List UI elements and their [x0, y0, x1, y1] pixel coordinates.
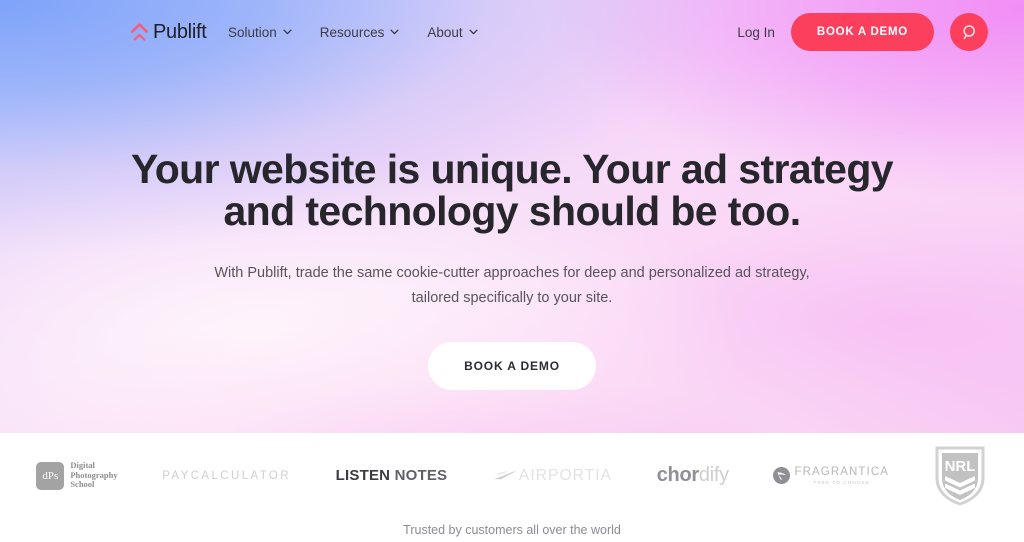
nav-item-about[interactable]: About	[427, 24, 478, 40]
search-icon	[962, 24, 975, 39]
chordify-mid: or	[679, 464, 699, 486]
logo-chordify[interactable]: chordify	[634, 446, 751, 506]
chordify-prefix: ch	[656, 464, 680, 486]
fragrantica-tagline: FREE TO CHOOSE	[813, 480, 870, 485]
listennotes-word-1: LISTEN	[335, 467, 391, 484]
hero-content: Your website is unique. Your ad strategy…	[0, 0, 1024, 433]
svg-text:NRL: NRL	[944, 458, 975, 475]
chordify-suffix: dify	[698, 464, 729, 486]
hero-subtitle-line-2: tailored specifically to your site.	[411, 290, 613, 306]
hero-book-demo-button[interactable]: BOOK A DEMO	[428, 342, 596, 390]
hero-subtitle-line-1: With Publift, trade the same cookie-cutt…	[214, 265, 810, 281]
dps-badge-icon: dPs	[36, 461, 65, 490]
listennotes-wordmark: LISTEN NOTES	[336, 467, 448, 484]
chevron-down-icon	[469, 29, 478, 35]
main-nav: Solution Resources About	[228, 25, 478, 40]
hero-title-line-1: Your website is unique. Your ad strategy	[130, 146, 894, 192]
hero-title-line-2: and technology should be too.	[223, 188, 801, 234]
listennotes-word-2: NOTES	[394, 467, 448, 484]
airplane-mark-icon	[493, 470, 516, 479]
nav-item-label: Resources	[319, 24, 385, 40]
nav-item-solution[interactable]: Solution	[228, 25, 292, 40]
logo-fragrantica[interactable]: FRAGRANTICA FREE TO CHOOSE	[751, 446, 911, 506]
header-actions: Log In BOOK A DEMO	[737, 13, 988, 51]
fragrantica-wordmark: FRAGRANTICA	[794, 466, 890, 478]
landing-page: Publift Solution Resources About Log In …	[0, 0, 1024, 542]
brand-name: Publift	[153, 20, 207, 43]
login-link[interactable]: Log In	[737, 25, 775, 40]
logo-airportia[interactable]: AIRPORTIA	[470, 446, 635, 506]
nav-item-label: About	[427, 24, 463, 40]
hero-subtitle: With Publift, trade the same cookie-cutt…	[192, 261, 832, 311]
site-header: Publift Solution Resources About Log In …	[0, 0, 1024, 64]
logo-listen-notes[interactable]: LISTEN NOTES	[313, 446, 469, 506]
nav-item-resources[interactable]: Resources	[320, 25, 400, 40]
page-title: Your website is unique. Your ad strategy…	[117, 148, 907, 232]
customer-logos-band: dPs Digital Photography School PAYCALCUL…	[0, 433, 1024, 542]
logo-nrl[interactable]: NRL	[911, 446, 1008, 506]
chordify-wordmark: chordify	[657, 464, 729, 487]
logo-digital-photography-school[interactable]: dPs Digital Photography School	[14, 446, 140, 506]
brand-logo[interactable]: Publift	[131, 21, 207, 44]
circle-leaf-icon	[773, 467, 791, 484]
nrl-shield-icon: NRL	[935, 446, 985, 506]
chevron-down-icon	[390, 29, 399, 35]
paycalculator-wordmark: PAYCALCULATOR	[162, 469, 291, 482]
dps-line-3: School	[70, 479, 95, 490]
airportia-wordmark: AIRPORTIA	[518, 466, 613, 484]
nav-item-label: Solution	[228, 24, 277, 40]
header-book-demo-button[interactable]: BOOK A DEMO	[790, 13, 934, 51]
logo-paycalculator[interactable]: PAYCALCULATOR	[140, 446, 313, 506]
search-button[interactable]	[950, 13, 988, 51]
chevron-down-icon	[283, 29, 292, 35]
trusted-caption: Trusted by customers all over the world	[403, 523, 621, 537]
double-chevron-up-icon	[131, 22, 148, 41]
customer-logos-row: dPs Digital Photography School PAYCALCUL…	[0, 433, 1024, 518]
hero-section: Publift Solution Resources About Log In …	[0, 0, 1024, 433]
